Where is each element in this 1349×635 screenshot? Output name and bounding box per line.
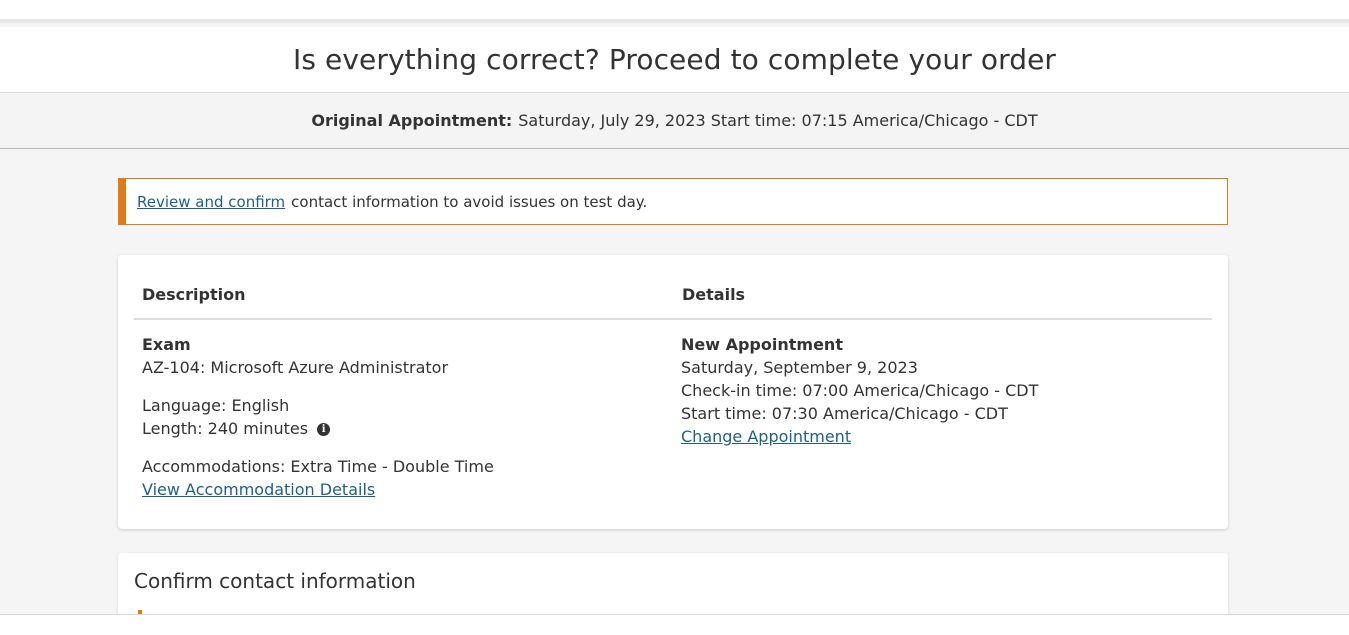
exam-length-row: Length: 240 minutes i — [142, 417, 642, 440]
item-type: Exam — [142, 335, 191, 354]
start-time: Start time: 07:30 America/Chicago - CDT — [681, 404, 1008, 423]
title-band: Is everything correct? Proceed to comple… — [0, 27, 1349, 93]
details-header: Details — [682, 285, 746, 304]
alert-text: contact information to avoid issues on t… — [291, 192, 648, 211]
contact-alert: Review and confirm contact information t… — [118, 178, 1228, 225]
contact-info-card: Confirm contact information — [118, 553, 1228, 623]
original-appointment-label: Original Appointment: — [311, 111, 513, 130]
info-icon[interactable]: i — [317, 423, 331, 436]
appointment-date: Saturday, September 9, 2023 — [681, 358, 918, 377]
accommodations: Accommodations: Extra Time - Double Time — [142, 457, 494, 476]
details-column: New Appointment Saturday, September 9, 2… — [681, 333, 1201, 448]
description-header: Description — [142, 285, 246, 304]
change-appointment-link[interactable]: Change Appointment — [681, 427, 851, 446]
view-accommodation-details-link[interactable]: View Accommodation Details — [142, 480, 375, 499]
exam-length: Length: 240 minutes — [142, 419, 309, 438]
new-appointment-heading: New Appointment — [681, 335, 843, 354]
contact-section-title: Confirm contact information — [134, 569, 416, 593]
table-header: Description Details — [134, 275, 1212, 320]
top-strip — [0, 0, 1349, 23]
original-appointment-value: Saturday, July 29, 2023 Start time: 07:1… — [518, 111, 1038, 130]
page-title: Is everything correct? Proceed to comple… — [292, 43, 1057, 76]
exam-name: AZ-104: Microsoft Azure Administrator — [142, 358, 449, 377]
exam-language: Language: English — [142, 396, 290, 415]
order-summary-card: Description Details Exam AZ-104: Microso… — [118, 255, 1228, 529]
bottom-bar — [0, 614, 1349, 635]
checkin-time: Check-in time: 07:00 America/Chicago - C… — [681, 381, 1039, 400]
original-appointment-bar: Original Appointment: Saturday, July 29,… — [0, 93, 1349, 149]
review-confirm-link[interactable]: Review and confirm — [137, 193, 285, 211]
description-column: Exam AZ-104: Microsoft Azure Administrat… — [142, 333, 642, 501]
